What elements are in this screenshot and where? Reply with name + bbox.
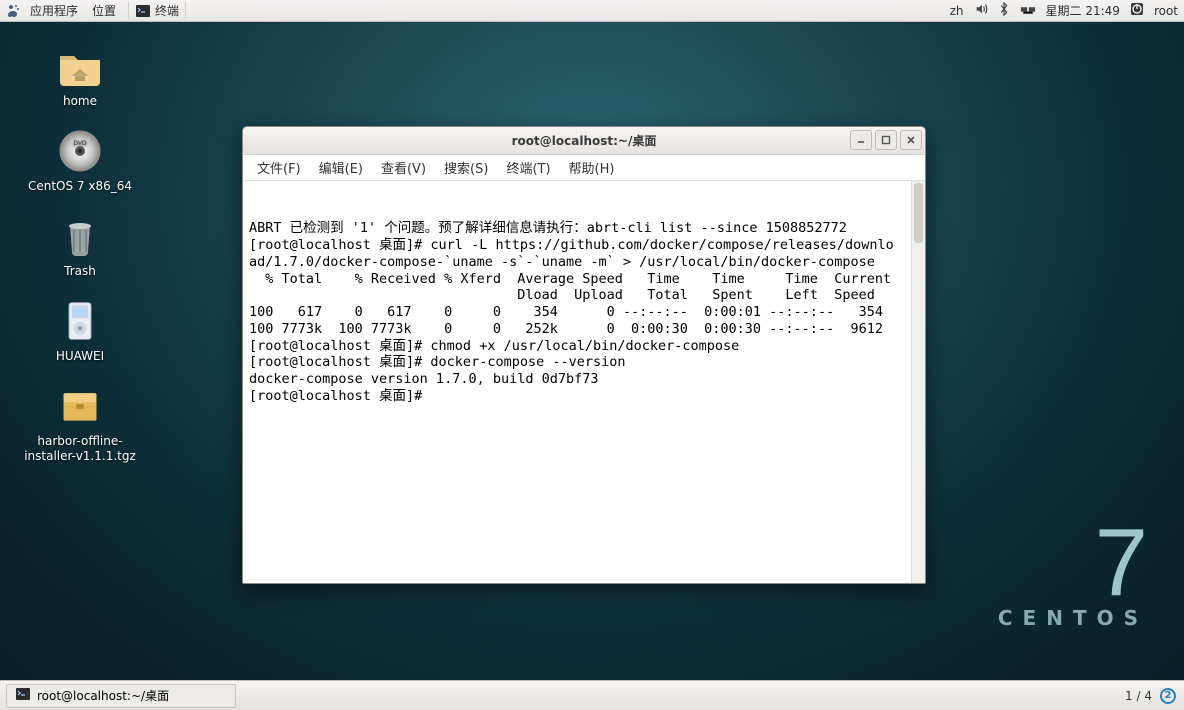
top-task-terminal[interactable]: 终端 <box>128 2 186 19</box>
user-menu[interactable]: root <box>1154 4 1178 18</box>
close-button[interactable] <box>900 130 922 150</box>
desktop: 7 CENTOS home DVD CentOS 7 x86_64 Trash <box>0 22 1184 680</box>
workspace-switcher-icon[interactable]: 2 <box>1160 688 1176 704</box>
applications-menu[interactable]: 应用程序 <box>24 2 84 19</box>
titlebar[interactable]: root@localhost:~/桌面 <box>243 127 925 155</box>
clock[interactable]: 星期二 21:49 <box>1046 2 1120 19</box>
desktop-icon-cd[interactable]: DVD CentOS 7 x86_64 <box>20 127 140 194</box>
brand-name: CENTOS <box>998 606 1148 630</box>
volume-icon[interactable] <box>974 2 988 19</box>
desktop-icons: home DVD CentOS 7 x86_64 Trash HUAWEI ha… <box>20 42 140 464</box>
maximize-button[interactable] <box>875 130 897 150</box>
icon-label: HUAWEI <box>56 349 104 364</box>
terminal-icon <box>135 3 151 19</box>
workspace-indicator[interactable]: 1 / 4 <box>1125 689 1152 703</box>
menu-help[interactable]: 帮助(H) <box>561 156 623 179</box>
scrollbar-thumb[interactable] <box>914 183 923 243</box>
bluetooth-icon[interactable] <box>998 2 1010 19</box>
top-panel: 应用程序 位置 终端 zh 星期二 21:49 root <box>0 0 1184 22</box>
media-player-icon <box>56 297 104 345</box>
taskbar-label: root@localhost:~/桌面 <box>37 687 169 704</box>
terminal-body[interactable]: ABRT 已检测到 '1' 个问题。预了解详细信息请执行：abrt-cli li… <box>243 181 925 583</box>
icon-label: Trash <box>64 264 96 279</box>
icon-label: home <box>63 94 97 109</box>
centos-brand: 7 CENTOS <box>998 525 1148 630</box>
desktop-icon-trash[interactable]: Trash <box>20 212 140 279</box>
ime-indicator[interactable]: zh <box>950 4 964 18</box>
poweroff-icon[interactable] <box>1130 2 1144 19</box>
top-task-label: 终端 <box>155 2 179 19</box>
taskbar-terminal[interactable]: root@localhost:~/桌面 <box>6 684 236 708</box>
bottom-panel: root@localhost:~/桌面 1 / 4 2 <box>0 680 1184 710</box>
icon-label: harbor-offline-installer-v1.1.1.tgz <box>20 434 140 464</box>
trash-icon <box>56 212 104 260</box>
places-menu[interactable]: 位置 <box>86 2 122 19</box>
menu-terminal[interactable]: 终端(T) <box>498 156 558 179</box>
gnome-foot-icon <box>6 3 22 19</box>
icon-label: CentOS 7 x86_64 <box>28 179 132 194</box>
scrollbar[interactable] <box>911 181 925 583</box>
menu-search[interactable]: 搜索(S) <box>436 156 496 179</box>
minimize-button[interactable] <box>850 130 872 150</box>
menubar: 文件(F) 编辑(E) 查看(V) 搜索(S) 终端(T) 帮助(H) <box>243 155 925 181</box>
network-icon[interactable] <box>1020 2 1036 19</box>
svg-text:DVD: DVD <box>73 140 87 147</box>
brand-seven: 7 <box>998 525 1148 602</box>
menu-file[interactable]: 文件(F) <box>249 156 309 179</box>
terminal-output: ABRT 已检测到 '1' 个问题。预了解详细信息请执行：abrt-cli li… <box>247 220 917 404</box>
archive-icon <box>56 382 104 430</box>
menu-edit[interactable]: 编辑(E) <box>311 156 371 179</box>
terminal-icon <box>15 686 31 705</box>
desktop-icon-huawei[interactable]: HUAWEI <box>20 297 140 364</box>
optical-disc-icon: DVD <box>56 127 104 175</box>
folder-home-icon <box>56 42 104 90</box>
desktop-icon-home[interactable]: home <box>20 42 140 109</box>
menu-view[interactable]: 查看(V) <box>373 156 434 179</box>
window-title: root@localhost:~/桌面 <box>512 132 657 149</box>
terminal-window: root@localhost:~/桌面 文件(F) 编辑(E) 查看(V) 搜索… <box>242 126 926 584</box>
desktop-icon-harbor[interactable]: harbor-offline-installer-v1.1.1.tgz <box>20 382 140 464</box>
